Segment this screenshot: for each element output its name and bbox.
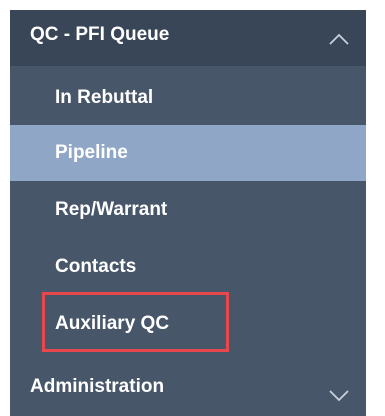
- sidebar-item-label: Contacts: [55, 255, 137, 277]
- chevron-down-icon[interactable]: [328, 388, 350, 402]
- section-header-qc-pfi-queue[interactable]: QC - PFI Queue: [10, 10, 366, 66]
- highlight-annotation-box: [42, 292, 229, 352]
- sidebar-item-contacts[interactable]: Contacts: [10, 238, 366, 295]
- section-header-administration[interactable]: Administration: [10, 362, 366, 416]
- sidebar-item-label: In Rebuttal: [55, 86, 154, 108]
- sidebar-item-label: Rep/Warrant: [55, 198, 168, 220]
- sidebar-item-label: Pipeline: [55, 142, 128, 163]
- sidebar-item-rep-warrant[interactable]: Rep/Warrant: [10, 181, 366, 238]
- sidebar-item-pipeline[interactable]: Pipeline: [10, 125, 366, 181]
- section-header-label: QC - PFI Queue: [30, 24, 170, 45]
- sidebar-nav: QC - PFI Queue In Rebuttal Pipeline Rep/…: [10, 10, 366, 416]
- chevron-up-icon[interactable]: [328, 32, 350, 46]
- section-header-label: Administration: [30, 376, 165, 397]
- sidebar-item-in-rebuttal[interactable]: In Rebuttal: [10, 69, 366, 126]
